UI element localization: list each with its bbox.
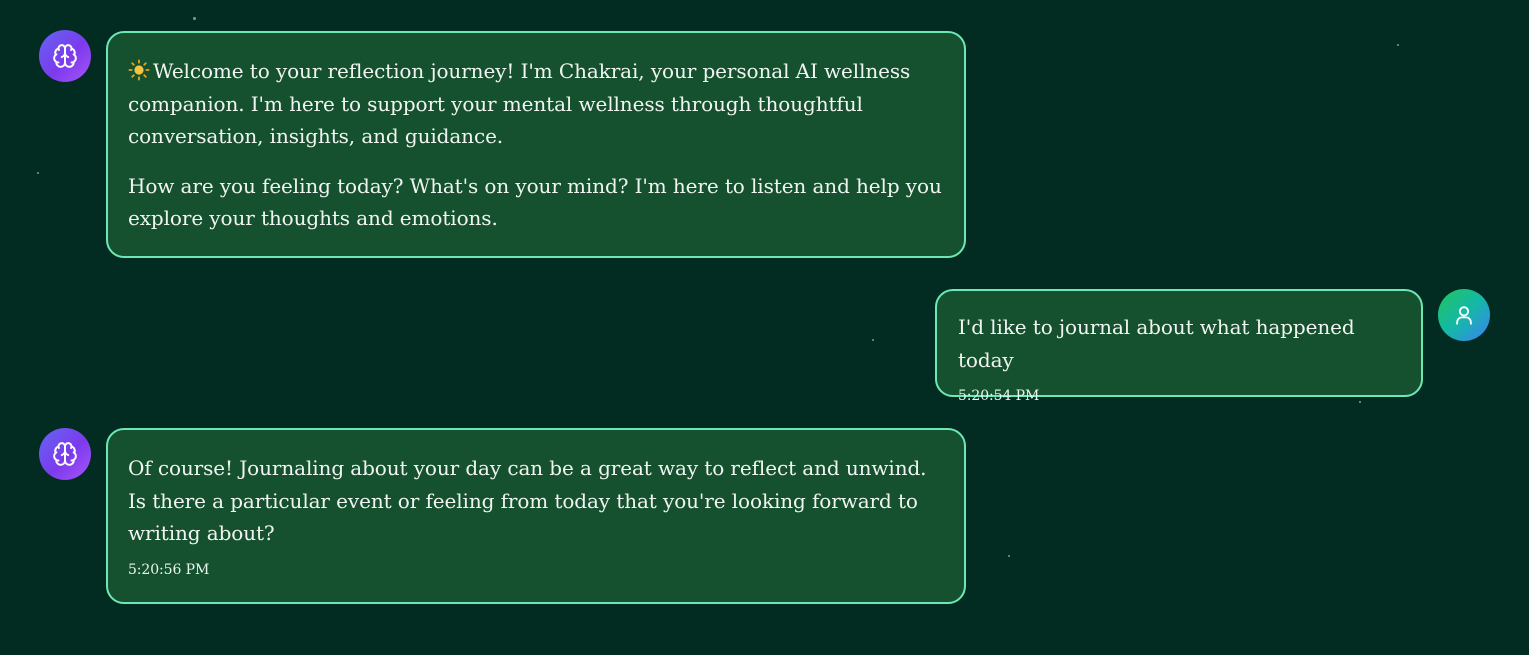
- star-decoration: [1397, 44, 1399, 46]
- star-decoration: [872, 339, 874, 341]
- message-timestamp: 5:20:56 PM: [128, 561, 210, 578]
- message-text: Welcome to your reflection journey! I'm …: [128, 59, 911, 148]
- star-decoration: [193, 17, 196, 20]
- user-avatar: [1438, 289, 1490, 341]
- sun-icon: [128, 55, 150, 88]
- assistant-message-bubble: Of course! Journaling about your day can…: [106, 428, 966, 604]
- assistant-avatar: [39, 428, 91, 480]
- brain-icon: [53, 44, 77, 68]
- assistant-avatar: [39, 30, 91, 82]
- star-decoration: [37, 172, 39, 174]
- chat-message-list[interactable]: Welcome to your reflection journey! I'm …: [0, 0, 1529, 655]
- message-text: I'd like to journal about what happened …: [958, 315, 1355, 372]
- user-icon: [1456, 306, 1472, 325]
- brain-icon: [53, 442, 77, 466]
- message-paragraph: Welcome to your reflection journey! I'm …: [128, 55, 944, 153]
- user-message-bubble: I'd like to journal about what happened …: [935, 289, 1423, 404]
- message-paragraph: How are you feeling today? What's on you…: [128, 173, 942, 231]
- assistant-message-bubble: Welcome to your reflection journey! I'm …: [106, 31, 966, 258]
- star-decoration: [1008, 555, 1010, 557]
- message-text: Of course! Journaling about your day can…: [128, 456, 927, 545]
- message-timestamp: 5:20:54 PM: [958, 388, 1040, 404]
